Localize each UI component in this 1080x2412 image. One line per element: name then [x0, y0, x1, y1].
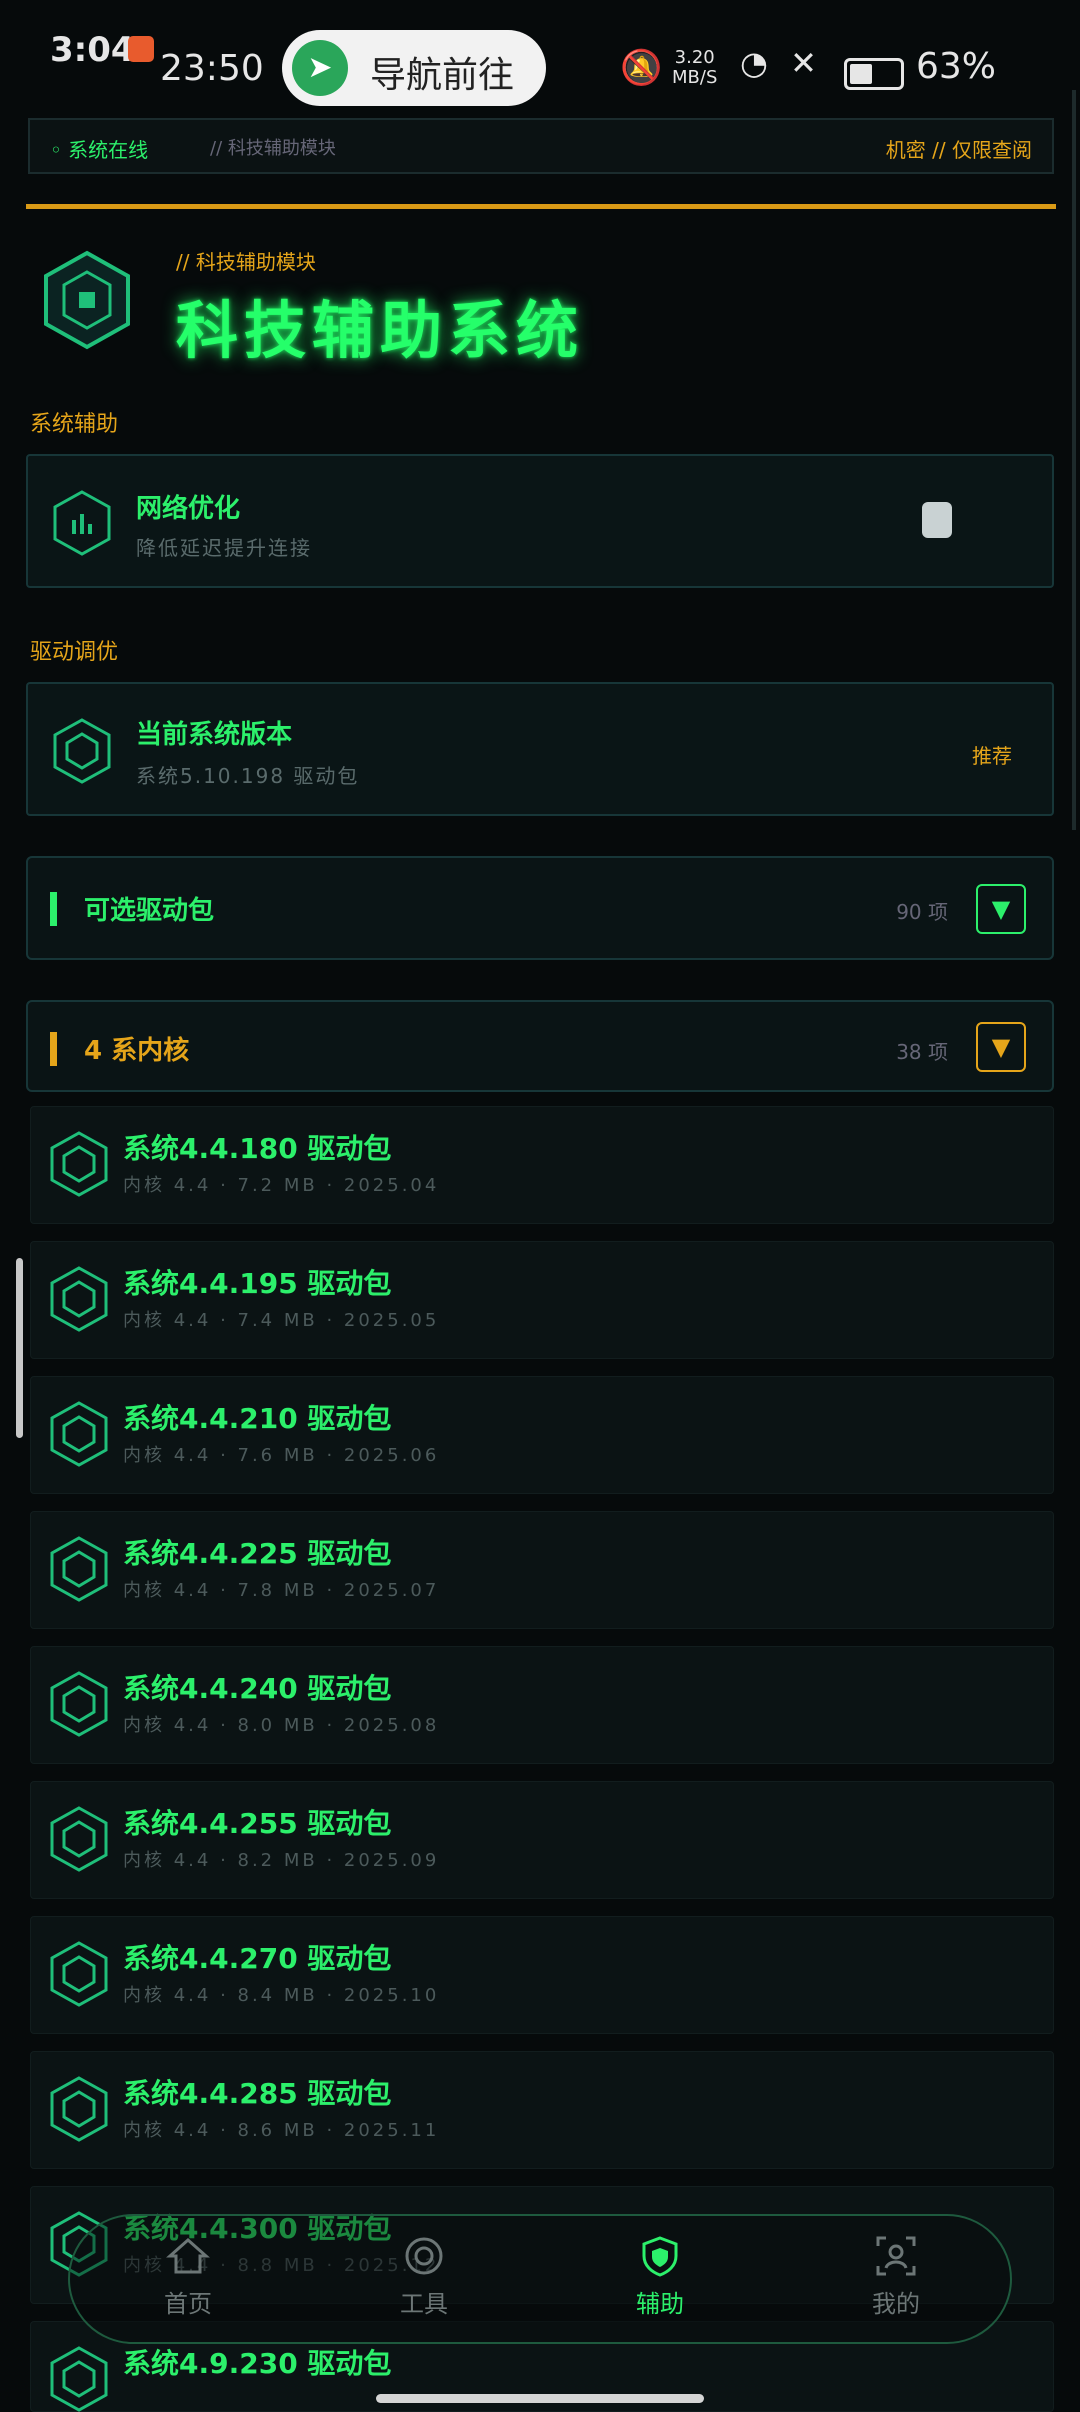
group-accent-bar [50, 1032, 57, 1066]
kernel-4-title: 4 系内核 [84, 1036, 190, 1066]
status-bar: 3:04 23:50 ➤ 导航前往 🔕 3.20 MB/S ◔ ✕ 63% [0, 0, 1080, 110]
driver-title: 系统4.4.240 驱动包 [123, 1672, 392, 1705]
module-breadcrumb: // 科技辅助模块 [210, 138, 336, 159]
driver-desc: 内核 4.4 · 7.4 MB · 2025.05 [123, 1310, 440, 1331]
page-scrollbar-track [1072, 90, 1076, 830]
network-chart-icon [53, 490, 111, 556]
kernel-4-group[interactable]: 4 系内核 38 项 ▼ [26, 1000, 1054, 1092]
nav-assist[interactable]: 辅助 [590, 2234, 730, 2319]
hexagon-logo-icon [44, 250, 130, 350]
optional-drivers-title: 可选驱动包 [84, 896, 215, 926]
bottom-navigation: 首页 工具 辅助 我的 [68, 2214, 1012, 2344]
optional-drivers-count: 90 项 [896, 900, 948, 924]
group-accent-bar [50, 892, 57, 926]
current-version-desc: 系统5.10.198 驱动包 [136, 764, 360, 788]
optional-drivers-group[interactable]: 可选驱动包 90 项 ▼ [26, 856, 1054, 960]
network-optimization-desc: 降低延迟提升连接 [136, 536, 312, 560]
driver-desc: 内核 4.4 · 7.8 MB · 2025.07 [123, 1580, 440, 1601]
driver-desc: 内核 4.4 · 8.2 MB · 2025.09 [123, 1850, 440, 1871]
status-time: 3:04 [50, 30, 135, 70]
list-item[interactable]: 系统4.4.285 驱动包 内核 4.4 · 8.6 MB · 2025.11 [30, 2051, 1054, 2169]
driver-title: 系统4.4.180 驱动包 [123, 1132, 392, 1165]
hexagon-chip-icon [50, 1536, 108, 1602]
driver-desc: 内核 4.4 · 8.4 MB · 2025.10 [123, 1985, 440, 2006]
list-item[interactable]: 系统4.4.180 驱动包 内核 4.4 · 7.2 MB · 2025.04 [30, 1106, 1054, 1224]
recommended-badge: 推荐 [972, 744, 1012, 768]
driver-title: 系统4.4.195 驱动包 [123, 1267, 392, 1300]
list-item[interactable]: 系统4.4.195 驱动包 内核 4.4 · 7.4 MB · 2025.05 [30, 1241, 1054, 1359]
navigation-pill[interactable]: ➤ 导航前往 [282, 30, 546, 106]
chevron-down-icon[interactable]: ▼ [976, 1022, 1026, 1072]
home-indicator[interactable] [376, 2394, 704, 2403]
nav-mine[interactable]: 我的 [826, 2234, 966, 2319]
list-item[interactable]: 系统4.4.270 驱动包 内核 4.4 · 8.4 MB · 2025.10 [30, 1916, 1054, 2034]
list-item[interactable]: 系统4.4.210 驱动包 内核 4.4 · 7.6 MB · 2025.06 [30, 1376, 1054, 1494]
hexagon-chip-icon [50, 1401, 108, 1467]
target-icon [405, 2237, 443, 2275]
home-icon [166, 2237, 210, 2274]
hexagon-chip-icon [50, 2076, 108, 2142]
navigation-pill-label: 导航前往 [370, 55, 515, 96]
battery-percent: 63% [916, 46, 997, 87]
hexagon-chip-icon [50, 1266, 108, 1332]
current-version-card[interactable]: 当前系统版本 系统5.10.198 驱动包 推荐 [26, 682, 1054, 816]
mute-bell-icon: 🔕 [620, 48, 663, 88]
wifi-icon: ◔ ✕ [740, 44, 823, 82]
nav-home[interactable]: 首页 [118, 2234, 258, 2319]
network-speed: 3.20 MB/S [672, 48, 717, 88]
driver-desc: 内核 4.4 · 7.6 MB · 2025.06 [123, 1445, 440, 1466]
scrollbar-thumb[interactable] [16, 1258, 23, 1438]
driver-desc: 内核 4.4 · 8.0 MB · 2025.08 [123, 1715, 440, 1736]
navigation-icon: ➤ [292, 40, 348, 96]
driver-title: 系统4.9.230 驱动包 [123, 2347, 392, 2380]
user-scan-icon [876, 2236, 916, 2276]
screen-record-icon [128, 36, 154, 62]
header-divider [26, 204, 1056, 209]
network-speed-unit: MB/S [672, 67, 718, 88]
hexagon-chip-icon [50, 1671, 108, 1737]
status-clock: 23:50 [160, 48, 264, 89]
hexagon-chip-icon [50, 1806, 108, 1872]
section-label-driver: 驱动调优 [30, 640, 119, 665]
network-optimization-title: 网络优化 [136, 494, 241, 524]
network-speed-value: 3.20 [674, 47, 715, 68]
list-item[interactable]: 系统4.4.240 驱动包 内核 4.4 · 8.0 MB · 2025.08 [30, 1646, 1054, 1764]
page-title: 科技辅助系统 [176, 294, 585, 367]
hexagon-chip-icon [50, 1941, 108, 2007]
hero-subtitle: // 科技辅助模块 [176, 250, 316, 274]
driver-title: 系统4.4.210 驱动包 [123, 1402, 392, 1435]
driver-title: 系统4.4.285 驱动包 [123, 2077, 392, 2110]
nav-home-label: 首页 [164, 2290, 212, 2318]
chevron-down-icon[interactable]: ▼ [976, 884, 1026, 934]
driver-title: 系统4.4.225 驱动包 [123, 1537, 392, 1570]
nav-mine-label: 我的 [872, 2290, 920, 2318]
driver-title: 系统4.4.270 驱动包 [123, 1942, 392, 1975]
driver-desc: 内核 4.4 · 7.2 MB · 2025.04 [123, 1175, 440, 1196]
hexagon-chip-icon [50, 2346, 108, 2412]
hexagon-chip-icon [50, 1131, 108, 1197]
nav-assist-label: 辅助 [636, 2290, 684, 2318]
current-version-title: 当前系统版本 [136, 720, 293, 750]
nav-tools[interactable]: 工具 [354, 2234, 494, 2319]
system-status-bar: ◦ 系统在线 // 科技辅助模块 机密 // 仅限查阅 [28, 118, 1054, 174]
hexagon-chip-icon [53, 718, 111, 784]
network-optimization-card[interactable]: 网络优化 降低延迟提升连接 [26, 454, 1054, 588]
network-optimization-toggle[interactable] [922, 502, 952, 538]
kernel-4-count: 38 项 [896, 1040, 948, 1064]
classification-label: 机密 // 仅限查阅 [885, 138, 1032, 162]
section-label-assist: 系统辅助 [30, 412, 119, 437]
driver-desc: 内核 4.4 · 8.6 MB · 2025.11 [123, 2120, 440, 2141]
battery-icon [844, 58, 904, 90]
system-online-status: ◦ 系统在线 [50, 138, 149, 162]
list-item[interactable]: 系统4.4.255 驱动包 内核 4.4 · 8.2 MB · 2025.09 [30, 1781, 1054, 1899]
shield-icon [642, 2236, 678, 2277]
nav-tools-label: 工具 [400, 2290, 448, 2318]
list-item[interactable]: 系统4.4.225 驱动包 内核 4.4 · 7.8 MB · 2025.07 [30, 1511, 1054, 1629]
driver-title: 系统4.4.255 驱动包 [123, 1807, 392, 1840]
